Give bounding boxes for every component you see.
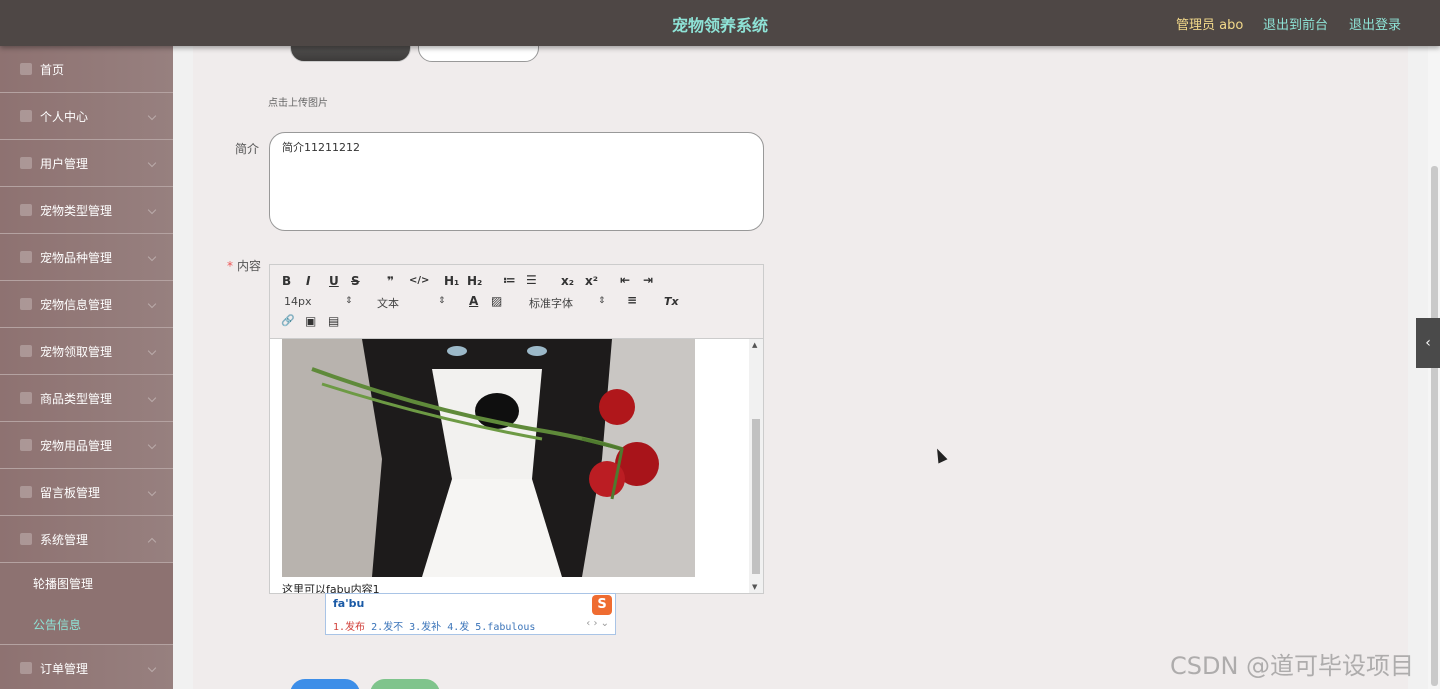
- text-style-select[interactable]: 文本: [377, 295, 399, 311]
- pet-info-icon: [20, 298, 32, 310]
- chevron-down-icon: [147, 205, 157, 215]
- image-button[interactable]: ▣: [305, 314, 316, 328]
- chevron-down-icon: [147, 663, 157, 673]
- scroll-down-icon[interactable]: ▼: [752, 583, 757, 591]
- font-color-button[interactable]: A: [469, 294, 478, 308]
- scroll-thumb[interactable]: [752, 419, 760, 574]
- order-icon: [20, 662, 32, 674]
- select-arrows-icon: ⇕: [598, 296, 606, 306]
- back-to-front-link[interactable]: 退出到前台: [1263, 14, 1328, 33]
- sidebar-item-home[interactable]: 首页: [0, 46, 173, 93]
- quote-button[interactable]: ❞: [387, 274, 394, 288]
- sidebar-subitem-announcement[interactable]: 公告信息: [0, 604, 173, 645]
- sidebar: 首页 个人中心 用户管理 宠物类型管理 宠物品种管理 宠物信息管理 宠物领取管理…: [0, 46, 173, 689]
- sidebar-item-pet-type[interactable]: 宠物类型管理: [0, 187, 173, 234]
- bold-button[interactable]: B: [282, 274, 291, 288]
- side-panel-toggle[interactable]: ‹: [1416, 318, 1440, 368]
- user-icon: [20, 110, 32, 122]
- page-scroll-thumb[interactable]: [1431, 166, 1438, 686]
- align-button[interactable]: ≡: [627, 293, 637, 307]
- chevron-down-icon: [147, 393, 157, 403]
- h1-button[interactable]: H₁: [444, 274, 459, 288]
- top-bar: 宠物领养系统 管理员 abo 退出到前台 退出登录: [0, 0, 1440, 46]
- editor-content[interactable]: 这里可以fabu内容1 ▲ ▼: [270, 339, 763, 593]
- sidebar-item-pet-adopt[interactable]: 宠物领取管理: [0, 328, 173, 375]
- sidebar-item-order-management[interactable]: 订单管理: [0, 645, 173, 689]
- ime-typed-text: fa'bu: [333, 597, 365, 610]
- clear-format-button[interactable]: Tx: [664, 295, 679, 308]
- sidebar-item-personal-center[interactable]: 个人中心: [0, 93, 173, 140]
- bullet-list-button[interactable]: ☰: [526, 273, 537, 287]
- chevron-down-icon: [147, 111, 157, 121]
- required-mark: *: [227, 259, 233, 273]
- select-arrows-icon: ⇕: [345, 296, 353, 306]
- subscript-button[interactable]: x₂: [561, 274, 574, 288]
- editor-toolbar: B I U S ❞ </> H₁ H₂ ≔ ☰ x₂ x² ⇤ ⇥ 14px ⇕…: [270, 265, 763, 339]
- cancel-button[interactable]: [370, 679, 440, 689]
- supplies-icon: [20, 439, 32, 451]
- submit-button[interactable]: [290, 679, 360, 689]
- husky-rose-image: [282, 339, 695, 577]
- font-size-select[interactable]: 14px: [284, 295, 312, 308]
- users-icon: [20, 157, 32, 169]
- chevron-down-icon: [147, 440, 157, 450]
- upload-hint: 点击上传图片: [268, 98, 328, 109]
- watermark: CSDN @道可毕设项目: [1170, 652, 1415, 680]
- intro-textarea[interactable]: 简介11211212: [269, 132, 764, 231]
- chevron-down-icon: [147, 252, 157, 262]
- h2-button[interactable]: H₂: [467, 274, 482, 288]
- indent-button[interactable]: ⇥: [643, 273, 653, 287]
- sidebar-item-system-management[interactable]: 系统管理: [0, 516, 173, 563]
- strike-button[interactable]: S: [351, 274, 360, 288]
- background-color-button[interactable]: ▨: [491, 294, 502, 308]
- code-button[interactable]: </>: [409, 275, 429, 286]
- chevron-down-icon: [147, 487, 157, 497]
- link-button[interactable]: 🔗: [281, 314, 295, 327]
- video-button[interactable]: ▤: [328, 314, 339, 328]
- chevron-up-icon: [147, 537, 157, 547]
- editor-scrollbar[interactable]: ▲ ▼: [749, 339, 763, 593]
- chevron-left-icon: ‹: [1425, 335, 1431, 351]
- ime-candidates[interactable]: 1.发布 2.发不 3.发补 4.发 5.fabulous: [333, 618, 535, 633]
- ime-candidate-window: fa'bu S 1.发布 2.发不 3.发补 4.发 5.fabulous ‹ …: [325, 593, 616, 635]
- editor-typed-text: 这里可以fabu内容1: [282, 583, 380, 593]
- underline-button[interactable]: U: [329, 274, 339, 288]
- sidebar-item-user-management[interactable]: 用户管理: [0, 140, 173, 187]
- chevron-down-icon: [147, 158, 157, 168]
- sogou-logo-icon: S: [592, 595, 612, 615]
- ordered-list-button[interactable]: ≔: [503, 273, 516, 287]
- sidebar-item-pet-info[interactable]: 宠物信息管理: [0, 281, 173, 328]
- adopt-icon: [20, 345, 32, 357]
- intro-label: 简介: [235, 142, 260, 156]
- breed-icon: [20, 251, 32, 263]
- chevron-down-icon: [147, 346, 157, 356]
- category-icon: [20, 204, 32, 216]
- sidebar-item-goods-type[interactable]: 商品类型管理: [0, 375, 173, 422]
- select-arrows-icon: ⇕: [438, 296, 446, 306]
- ime-page-arrows-icon[interactable]: ‹ › ⌄: [586, 618, 609, 629]
- logout-link[interactable]: 退出登录: [1349, 14, 1401, 33]
- goods-type-icon: [20, 392, 32, 404]
- sidebar-item-pet-supplies[interactable]: 宠物用品管理: [0, 422, 173, 469]
- rich-text-editor[interactable]: B I U S ❞ </> H₁ H₂ ≔ ☰ x₂ x² ⇤ ⇥ 14px ⇕…: [269, 264, 764, 594]
- content-label: * 内容: [227, 259, 262, 273]
- admin-label: 管理员 abo: [1176, 18, 1244, 33]
- outdent-button[interactable]: ⇤: [620, 273, 630, 287]
- sidebar-item-message-board[interactable]: 留言板管理: [0, 469, 173, 516]
- superscript-button[interactable]: x²: [585, 274, 598, 288]
- chevron-down-icon: [147, 299, 157, 309]
- italic-button[interactable]: I: [306, 274, 310, 288]
- settings-icon: [20, 533, 32, 545]
- home-icon: [20, 63, 32, 75]
- sidebar-subitem-carousel[interactable]: 轮播图管理: [0, 563, 173, 604]
- font-family-select[interactable]: 标准字体: [529, 295, 573, 311]
- sidebar-item-pet-breed[interactable]: 宠物品种管理: [0, 234, 173, 281]
- scroll-up-icon[interactable]: ▲: [752, 341, 757, 349]
- message-icon: [20, 486, 32, 498]
